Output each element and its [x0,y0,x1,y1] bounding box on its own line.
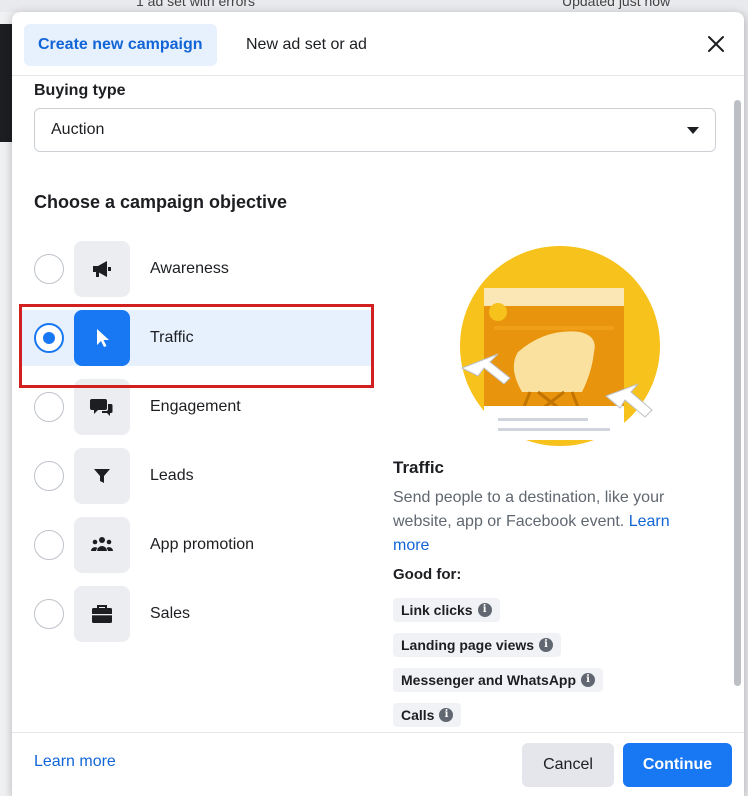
good-for-chip-label: Messenger and WhatsApp [401,672,577,688]
buying-type-value: Auction [51,121,105,138]
objective-detail-description: Send people to a destination, like your … [393,486,703,558]
close-button[interactable] [700,28,732,60]
chat-bubbles-icon [74,379,130,435]
create-campaign-dialog: Create new campaign New ad set or ad Buy… [12,12,744,796]
briefcase-icon [74,586,130,642]
objective-label-engagement: Engagement [150,398,241,415]
objective-label-leads: Leads [150,467,194,484]
objective-detail-title: Traffic [393,458,445,477]
objective-option-sales[interactable]: Sales [20,586,372,642]
objective-title: Choose a campaign objective [34,192,288,212]
good-for-chip: Messenger and WhatsApp i [393,668,604,692]
radio-app-promotion[interactable] [34,530,64,560]
tab-create-new-campaign[interactable]: Create new campaign [24,24,217,66]
good-for-chip: Link clicks i [393,598,500,622]
tab-new-ad-set-or-ad[interactable]: New ad set or ad [232,24,381,66]
cancel-button[interactable]: Cancel [522,743,614,787]
info-icon[interactable]: i [581,673,596,687]
background-updated-text: Updated just now [562,0,671,9]
background-status-text: 1 ad set with errors [136,0,256,9]
funnel-icon [74,448,130,504]
background-status-bar: 1 ad set with errors Updated just now [0,0,748,12]
chevron-down-icon [687,127,699,134]
info-icon[interactable]: i [539,638,554,652]
continue-button[interactable]: Continue [623,743,732,787]
info-icon[interactable]: i [439,708,454,722]
megaphone-icon [74,241,130,297]
good-for-label: Good for: [393,566,462,583]
traffic-illustration [448,242,662,452]
good-for-chip-label: Calls [401,707,435,723]
good-for-chip: Landing page views i [393,633,562,657]
objective-option-app-promotion[interactable]: App promotion [20,517,372,573]
radio-sales[interactable] [34,599,64,629]
dialog-scrollbar[interactable] [734,100,741,686]
dialog-body: Buying type Auction Choose a campaign ob… [12,76,744,732]
objective-option-leads[interactable]: Leads [20,448,372,504]
dialog-header: Create new campaign New ad set or ad [12,12,744,76]
footer-learn-more-link[interactable]: Learn more [34,753,116,771]
people-icon [74,517,130,573]
info-icon[interactable]: i [477,603,492,617]
objective-label-awareness: Awareness [150,260,229,277]
radio-engagement[interactable] [34,392,64,422]
objective-option-awareness[interactable]: Awareness [20,241,372,297]
objective-label-traffic: Traffic [150,329,194,346]
radio-traffic[interactable] [34,323,64,353]
good-for-chip-label: Link clicks [401,602,473,618]
radio-leads[interactable] [34,461,64,491]
objective-option-traffic[interactable]: Traffic [20,310,372,366]
objective-detail-description-text: Send people to a destination, like your … [393,489,665,530]
radio-awareness[interactable] [34,254,64,284]
buying-type-select[interactable]: Auction [34,108,716,152]
good-for-chip: Calls i [393,703,462,727]
cursor-icon [74,310,130,366]
close-icon [708,36,724,52]
dialog-footer: Learn more Cancel Continue [12,732,744,796]
buying-type-label: Buying type [34,82,126,99]
objective-label-app-promotion: App promotion [150,536,255,553]
objective-option-engagement[interactable]: Engagement [20,379,372,435]
good-for-chip-label: Landing page views [401,637,535,653]
objective-label-sales: Sales [150,605,191,622]
